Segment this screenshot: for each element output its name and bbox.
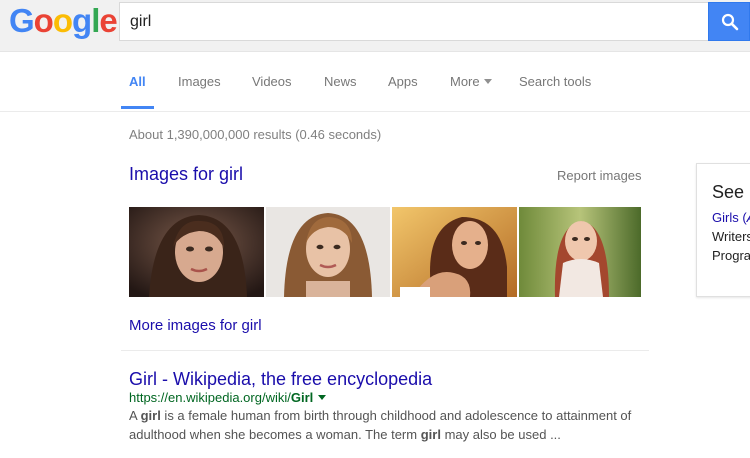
result-stats: About 1,390,000,000 results (0.46 second… bbox=[129, 127, 382, 142]
search-icon bbox=[721, 13, 739, 31]
logo-letter: l bbox=[91, 2, 100, 39]
chevron-down-icon[interactable] bbox=[318, 395, 327, 400]
snippet-keyword: girl bbox=[140, 408, 161, 423]
image-thumbnail[interactable] bbox=[519, 207, 641, 297]
tab-images[interactable]: Images bbox=[178, 74, 221, 89]
divider bbox=[121, 350, 649, 351]
result-url-bold: Girl bbox=[290, 390, 314, 405]
knowledge-panel-link[interactable]: Girls (A bbox=[712, 210, 750, 225]
google-logo[interactable]: Google bbox=[9, 2, 118, 39]
logo-letter: G bbox=[9, 2, 35, 39]
tab-search-tools[interactable]: Search tools bbox=[519, 74, 591, 89]
search-box bbox=[119, 2, 708, 41]
knowledge-panel-text: Writers bbox=[712, 229, 750, 244]
logo-letter: g bbox=[72, 2, 92, 39]
tab-more[interactable]: More bbox=[450, 74, 492, 89]
result-url-prefix: https://en.wikipedia.org/wiki/ bbox=[129, 390, 291, 405]
knowledge-panel-title: See bbox=[712, 182, 745, 202]
tab-videos[interactable]: Videos bbox=[252, 74, 292, 89]
logo-letter: o bbox=[52, 2, 73, 39]
more-images-link[interactable]: More images for girl bbox=[129, 317, 262, 334]
result-url[interactable]: https://en.wikipedia.org/wiki/Girl bbox=[129, 390, 327, 405]
logo-letter: o bbox=[33, 2, 54, 39]
result-snippet: A girl is a female human from birth thro… bbox=[129, 406, 649, 444]
tab-more-label: More bbox=[450, 74, 480, 89]
image-thumbnail[interactable] bbox=[266, 207, 390, 297]
report-images-link[interactable]: Report images bbox=[557, 168, 642, 183]
image-thumbnail[interactable] bbox=[129, 207, 264, 297]
snippet-text: is a female human from birth through chi… bbox=[160, 408, 632, 423]
result-title-link[interactable]: Girl - Wikipedia, the free encyclopedia bbox=[129, 369, 432, 390]
snippet-text: A bbox=[129, 408, 141, 423]
tab-all[interactable]: All bbox=[129, 74, 146, 89]
search-input[interactable] bbox=[130, 3, 690, 40]
search-tabs: All Images Videos News Apps More Search … bbox=[0, 52, 750, 112]
tab-apps[interactable]: Apps bbox=[388, 74, 418, 89]
knowledge-panel-link-text: Girls ( bbox=[712, 210, 747, 225]
tab-news[interactable]: News bbox=[324, 74, 357, 89]
active-tab-indicator bbox=[121, 106, 154, 109]
snippet-text: adulthood when she becomes a woman. The … bbox=[129, 427, 421, 442]
chevron-down-icon bbox=[483, 79, 492, 84]
knowledge-panel-text: Progra bbox=[712, 248, 750, 263]
logo-letter: e bbox=[99, 2, 117, 39]
images-block-title[interactable]: Images for girl bbox=[129, 164, 243, 185]
top-bar: Google bbox=[0, 0, 750, 52]
snippet-text: may also be used ... bbox=[440, 427, 561, 442]
search-button[interactable] bbox=[708, 2, 750, 41]
image-thumbnail[interactable] bbox=[392, 207, 517, 297]
snippet-keyword: girl bbox=[420, 427, 441, 442]
knowledge-panel-card: See Girls (A Writers Progra bbox=[696, 163, 750, 297]
